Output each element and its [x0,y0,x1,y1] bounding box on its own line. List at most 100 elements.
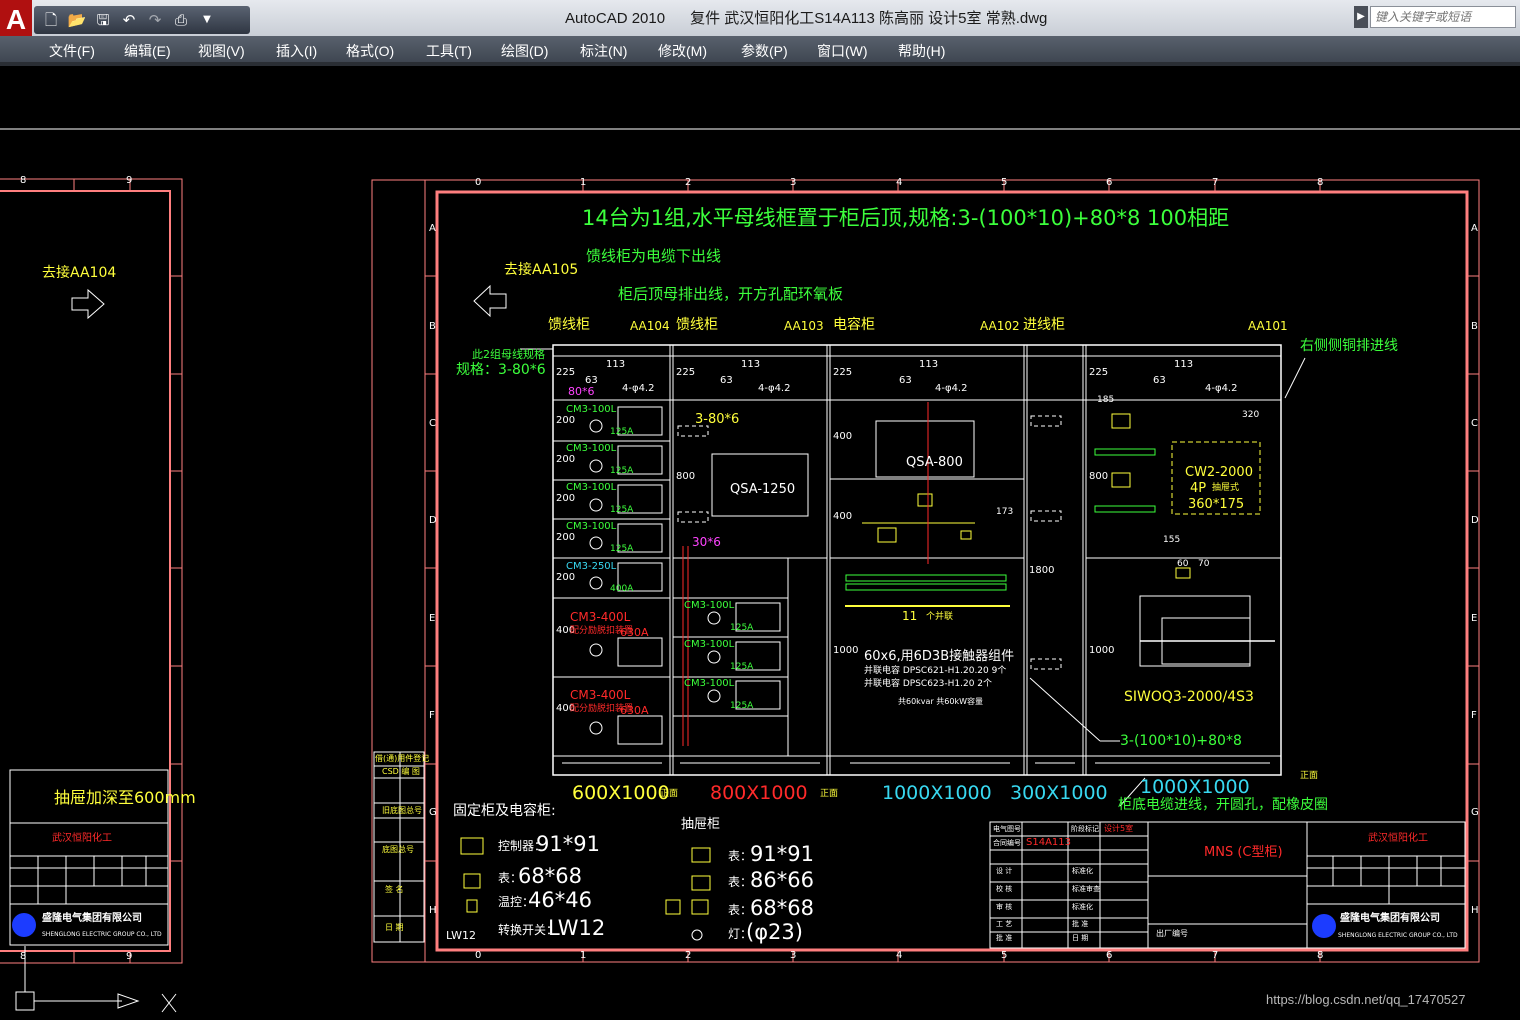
breaker-rating: 125A [610,505,634,515]
menu-edit[interactable]: 编辑(E) [124,41,171,61]
new-icon[interactable]: 🗋 [40,9,62,31]
search-expand-icon[interactable]: ▶ [1354,6,1368,28]
capacitor-sub1: 并联电容 DPSC621-H1.20.20 9个 [864,666,1007,676]
dim-63: 63 [1153,375,1166,386]
menu-help[interactable]: 帮助(H) [898,41,945,61]
grid-row-label: E [429,613,436,624]
breaker-red-rating: 630A [620,626,649,639]
menu-file[interactable]: 文件(F) [49,41,95,61]
legend-value: 68*68 [750,896,814,920]
dim-70: 70 [1198,559,1210,569]
dim-63: 63 [899,375,912,386]
tb-row-mid: 日 期 [1072,934,1089,942]
save-icon[interactable]: 🖫 [92,9,114,31]
menu-dimension[interactable]: 标注(N) [580,41,627,61]
plot-icon[interactable]: ⎙ [170,9,192,31]
grid-row-label: H [1471,905,1479,916]
tb-row: 审 核 [996,903,1013,911]
grid-col-label: 4 [896,177,903,188]
dim-200: 200 [556,454,576,465]
grid-col-label: 3 [790,177,797,188]
tb-stage-label: 阶段标记 [1071,825,1099,833]
dim-200: 200 [556,493,576,504]
redo-icon[interactable]: ↷ [144,9,166,31]
left-panel-cell: CSD 编 图 [382,767,420,776]
capacitor-sub2: 并联电容 DPSC623-H1.20 2个 [864,679,993,689]
cabinet-dim: 600X1000 [572,782,670,804]
menu-params[interactable]: 参数(P) [741,41,788,61]
search-input[interactable] [1370,6,1516,28]
cabinet-dim: 1000X1000 [1140,776,1250,798]
tb-row-mid: 标准化 [1072,903,1093,911]
grid-row-label: D [429,515,437,526]
dim-63: 63 [720,375,733,386]
capacitor-unit: 个并联 [926,612,954,622]
qsa-800: QSA-800 [906,455,963,470]
cabinet-type: 馈线柜 [548,317,590,333]
menu-modify[interactable]: 修改(M) [658,41,707,61]
left-panel-cell: 签 名 [385,885,404,894]
dim-800: 800 [1089,471,1109,482]
note-group-spec: 规格：3-80*6 [456,362,546,378]
tb-stage: 设计5室 [1104,824,1134,833]
grid-col-label: 5 [1001,950,1008,961]
dim-200: 200 [556,415,576,426]
legend-draw-title: 抽屉柜 [681,817,721,832]
grid-row-label: C [1471,418,1478,429]
breaker-label: CM3-100L [566,521,617,532]
dim-suffix: 正面 [660,789,679,799]
grid-col-label: 8 [1317,177,1324,188]
grid-row-label: F [429,710,435,721]
dim-4-phi42: 4-φ4.2 [622,383,655,394]
open-icon[interactable]: 📂 [66,9,88,31]
cabinet-dim: 300X1000 [1010,782,1108,804]
breaker-label: CM3-100L [566,482,617,493]
grid-row-label: B [429,321,436,332]
menu-window[interactable]: 窗口(W) [817,41,868,61]
cabinet-id: AA104 [630,319,670,333]
dim-1800: 1800 [1029,565,1055,576]
legend-label: 表： [728,875,753,889]
breaker-rating: 125A [610,466,634,476]
breaker-label: CM3-100L [684,678,735,689]
autocad-logo-icon[interactable]: A [0,0,32,40]
siwoq-label: SIWOQ3-2000/4S3 [1124,689,1254,705]
breaker-rating: 125A [730,623,754,633]
legend-value: 86*66 [750,868,814,892]
menu-view[interactable]: 视图(V) [198,41,245,61]
undo-icon[interactable]: ↶ [118,9,140,31]
capacitor-spec: 60x6,用6D3B接触器组件 [864,649,1015,664]
dim-225: 225 [1089,367,1109,378]
capacitor-count: 11 [902,609,918,623]
top-note: 14台为1组,水平母线框置于柜后顶,规格:3-(100*10)+80*8 100… [582,206,1230,230]
left-sheet-company: 武汉恒阳化工 [52,833,112,844]
grid-row-label: C [429,418,436,429]
grid-row-label: A [1471,223,1478,234]
dropdown-icon[interactable]: ▼ [196,9,218,31]
grid-col-label: 2 [685,177,692,188]
legend-value: 46*46 [528,888,592,912]
menu-bar: 文件(F) 编辑(E) 视图(V) 插入(I) 格式(O) 工具(T) 绘图(D… [0,36,1520,62]
dim-1000: 1000 [1089,645,1115,656]
note-3-80x6: 3-80*6 [695,412,740,427]
dim-113: 113 [919,359,939,370]
grid-col-label: 0 [475,950,482,961]
dim-200: 200 [556,572,576,583]
grid-col-label: 7 [1212,177,1219,188]
dim-60: 60 [1177,559,1189,569]
left-grid-col: 9 [126,951,133,962]
grid-col-label: 5 [1001,177,1008,188]
dim-320: 320 [1242,410,1260,420]
note-bottom-open: 柜底电缆进线，开圆孔，配橡皮圈 [1118,797,1328,813]
drawing-canvas[interactable]: 8 9 8 9 去接AA104 抽屉加深至600mm 武汉恒阳化工 盛隆电气集团… [0,66,1520,1020]
breaker-red-rating: 630A [620,704,649,717]
menu-insert[interactable]: 插入(I) [276,41,317,61]
dim-113: 113 [606,359,626,370]
menu-tools[interactable]: 工具(T) [426,41,472,61]
cw2-line1: CW2-2000 [1185,465,1253,480]
grid-col-label: 4 [896,950,903,961]
cw2-line3: 360*175 [1188,497,1245,512]
menu-draw[interactable]: 绘图(D) [501,41,548,61]
menu-format[interactable]: 格式(O) [346,41,394,61]
tb-row-mid: 标准审查 [1072,885,1100,893]
